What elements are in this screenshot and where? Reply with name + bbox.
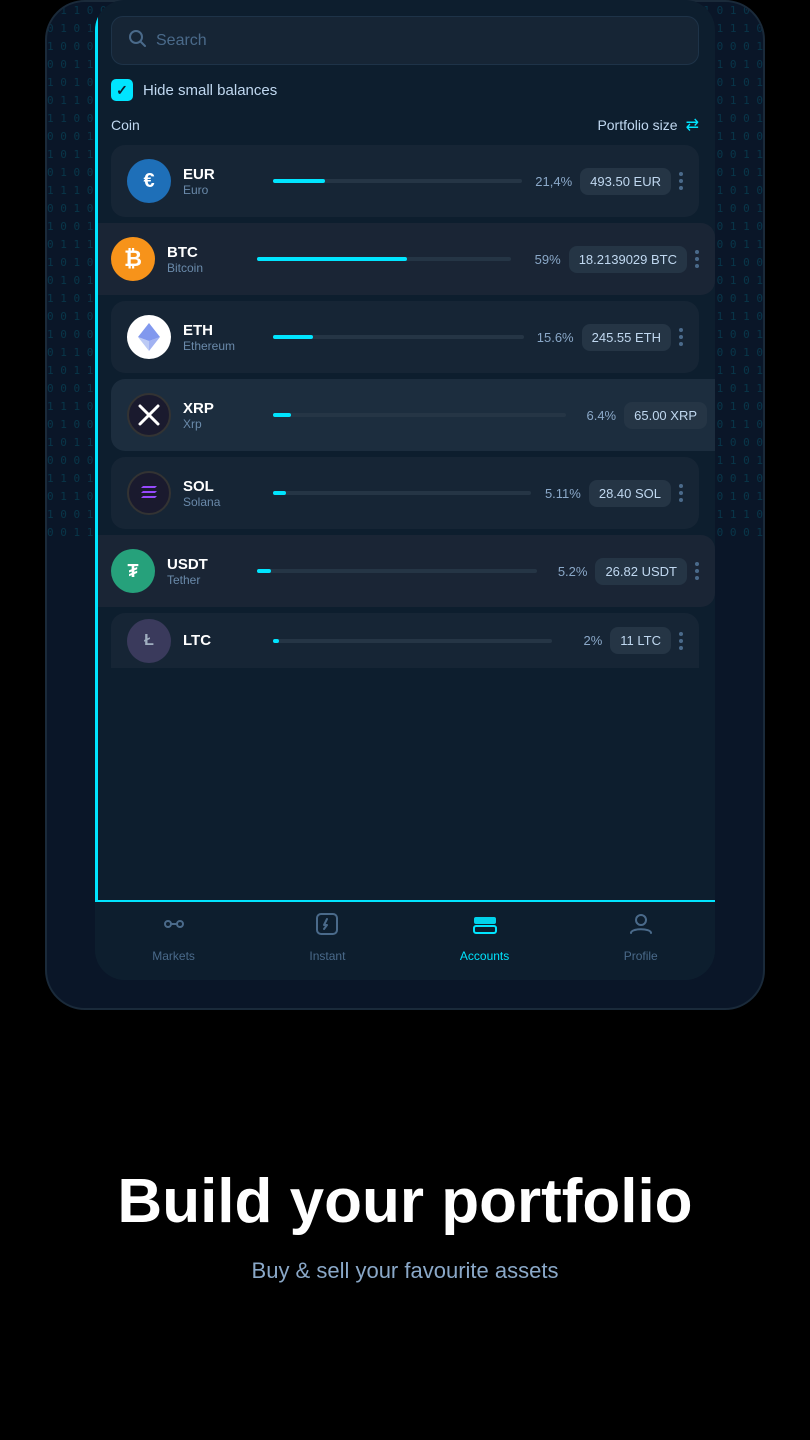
search-icon [128,29,146,52]
progress-bar-xrp [273,413,566,417]
nav-profile[interactable]: Profile [624,911,658,963]
more-options-eur[interactable] [679,172,683,190]
amount-btc: 18.2139029 BTC [569,246,687,273]
amount-sol: 28.40 SOL [589,480,671,507]
app-screen: Search ✓ Hide small balances Coin Portfo… [95,0,715,980]
instant-icon [314,911,340,944]
promo-subtitle: Buy & sell your favourite assets [252,1258,559,1284]
coin-row-eur[interactable]: € EUR Euro 21,4% 493.50 EUR [111,145,699,217]
coin-icon-btc: ₿ [111,237,155,281]
promo-section: Build your portfolio Buy & sell your fav… [0,1010,810,1440]
sort-icon: ⇄ [686,115,699,135]
hide-balances-label: Hide small balances [143,82,277,99]
coin-info-eur: EUR Euro [183,166,263,197]
amount-eur: 493.50 EUR [580,168,671,195]
table-header: Coin Portfolio size ⇄ [95,115,715,145]
coin-icon-eth [127,315,171,359]
coin-row-xrp[interactable]: XRP Xrp 6.4% 65.00 XRP [111,379,715,451]
progress-bar-btc [257,257,511,261]
profile-label: Profile [624,949,658,963]
amount-eth: 245.55 ETH [582,324,671,351]
promo-title: Build your portfolio [117,1166,692,1237]
coin-info-eth: ETH Ethereum [183,322,263,353]
coin-info-sol: SOL Solana [183,478,263,509]
coin-icon-sol [127,471,171,515]
profile-icon [628,911,654,944]
accounts-icon [472,911,498,944]
coin-info-usdt: USDT Tether [167,556,247,587]
coin-row-ltc[interactable]: Ł LTC 2% 11 LTC [111,613,699,668]
coin-icon-xrp [127,393,171,437]
coin-icon-eur: € [127,159,171,203]
progress-bar-eur [273,179,522,183]
progress-bar-sol [273,491,531,495]
portfolio-column-header[interactable]: Portfolio size ⇄ [597,115,699,135]
coin-info-xrp: XRP Xrp [183,400,263,431]
bottom-navigation: Markets Instant [95,900,715,980]
accounts-label: Accounts [460,949,509,963]
progress-bar-ltc [273,639,552,643]
amount-xrp: 65.00 XRP [624,402,707,429]
instant-label: Instant [309,949,345,963]
nav-instant[interactable]: Instant [309,911,345,963]
hide-balances-row[interactable]: ✓ Hide small balances [111,79,699,101]
more-options-ltc[interactable] [679,632,683,650]
amount-usdt: 26.82 USDT [595,558,687,585]
app-container: 0 1 1 0 00 1 0 1 11 0 0 0 10 0 1 1 01 0 … [0,0,810,1440]
coin-info-btc: BTC Bitcoin [167,244,247,275]
search-bar[interactable]: Search [111,16,699,65]
coin-row-usdt[interactable]: ₮ USDT Tether 5.2% 26.82 USDT [95,535,715,607]
coin-row-btc[interactable]: ₿ BTC Bitcoin 59% 18.2139029 BTC [95,223,715,295]
search-placeholder: Search [156,32,207,50]
nav-accounts[interactable]: Accounts [460,911,509,963]
nav-markets[interactable]: Markets [152,911,195,963]
amount-ltc: 11 LTC [610,627,671,654]
markets-icon [161,911,187,944]
coin-info-ltc: LTC [183,632,263,649]
coin-row-eth[interactable]: ETH Ethereum 15.6% 245.55 ETH [111,301,699,373]
more-options-usdt[interactable] [695,562,699,580]
coin-icon-usdt: ₮ [111,549,155,593]
more-options-sol[interactable] [679,484,683,502]
coin-column-header: Coin [111,117,140,133]
progress-bar-usdt [257,569,537,573]
coin-icon-ltc: Ł [127,619,171,663]
coin-list: € EUR Euro 21,4% 493.50 EUR ₿ [95,145,715,668]
progress-bar-eth [273,335,524,339]
coin-row-sol[interactable]: SOL Solana 5.11% 28.40 SOL [111,457,699,529]
hide-balances-checkbox[interactable]: ✓ [111,79,133,101]
more-options-btc[interactable] [695,250,699,268]
more-options-eth[interactable] [679,328,683,346]
markets-label: Markets [152,949,195,963]
